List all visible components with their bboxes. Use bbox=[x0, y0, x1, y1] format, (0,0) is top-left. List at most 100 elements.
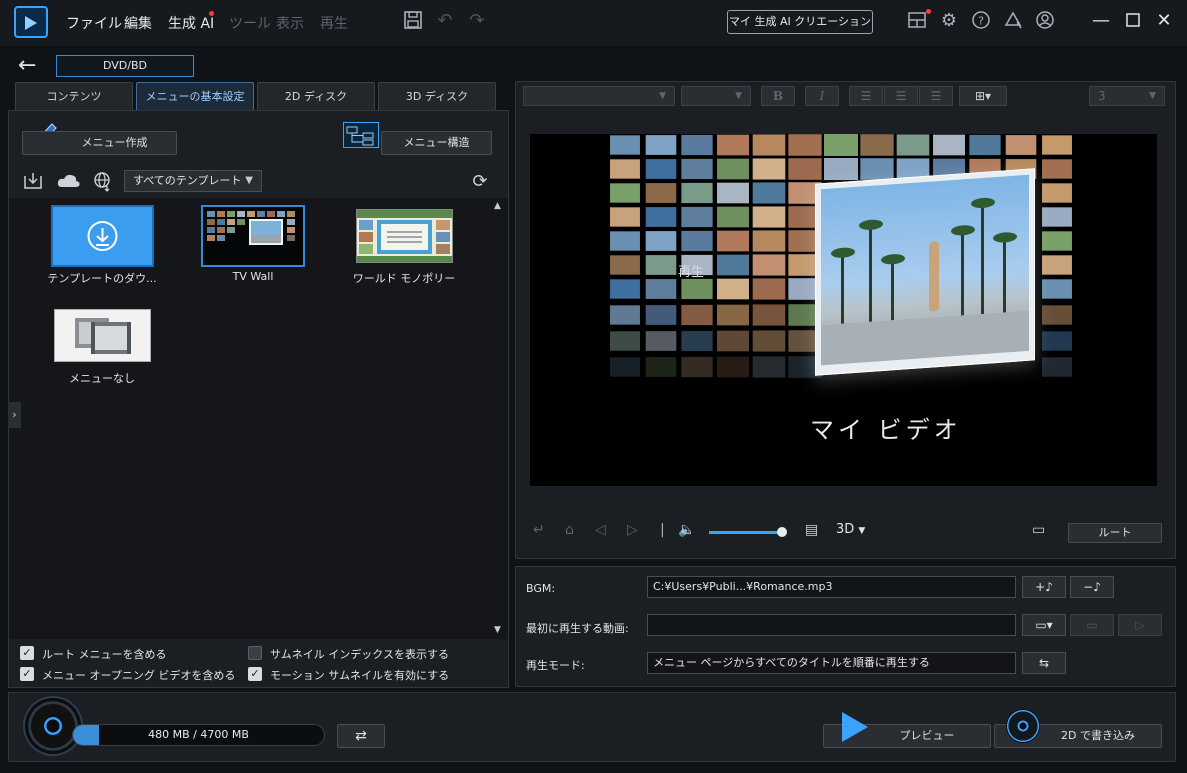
menu-structure-button[interactable]: メニュー構造 bbox=[381, 131, 492, 155]
layout-grid-dropdown[interactable]: ⊞▾ bbox=[959, 86, 1007, 106]
home-icon[interactable]: ⌂ bbox=[565, 522, 574, 538]
template-world-monopoly-thumbnail[interactable] bbox=[356, 209, 453, 263]
settings-icon[interactable]: ⚙ bbox=[938, 10, 960, 32]
menu-view[interactable]: 表示 bbox=[276, 13, 304, 33]
wall-tile bbox=[1005, 135, 1037, 155]
wall-tile bbox=[681, 182, 713, 204]
preview-menu-title[interactable]: マイ ビデオ bbox=[810, 410, 962, 445]
notification-icon[interactable] bbox=[1002, 10, 1024, 32]
remove-first-video-button[interactable]: ▭ bbox=[1070, 614, 1114, 636]
undo-icon[interactable]: ↶ bbox=[434, 10, 456, 32]
volume-slider-handle[interactable] bbox=[777, 527, 787, 537]
font-size-dropdown[interactable]: ▼ bbox=[681, 86, 751, 106]
template-tv-wall-thumbnail[interactable] bbox=[201, 205, 305, 267]
previous-icon[interactable]: ◁ bbox=[595, 522, 606, 538]
tab-2d-disc[interactable]: 2D ディスク bbox=[257, 82, 375, 110]
import-template-icon[interactable] bbox=[22, 170, 44, 192]
view-mode-dropdown[interactable]: 3D ▼ bbox=[836, 522, 865, 537]
page-count-dropdown[interactable]: 3 ▼ bbox=[1089, 86, 1165, 106]
playmode-settings-button[interactable]: ⇆ bbox=[1022, 652, 1066, 674]
chevron-down-icon: ▼ bbox=[659, 91, 666, 101]
menu-create-button[interactable]: メニュー作成 bbox=[22, 131, 177, 155]
wall-tile bbox=[717, 206, 749, 228]
menu-tools[interactable]: ツール bbox=[229, 13, 271, 33]
tab-menu-settings[interactable]: メニューの基本設定 bbox=[136, 82, 254, 110]
menu-file[interactable]: ファイル bbox=[66, 13, 122, 33]
featured-photo bbox=[821, 174, 1029, 366]
include-root-menu-checkbox[interactable]: ✓ bbox=[20, 646, 34, 660]
add-music-button[interactable]: +♪ bbox=[1022, 576, 1066, 598]
scroll-up-arrow-icon[interactable]: ▲ bbox=[494, 201, 501, 211]
wall-tile bbox=[645, 159, 677, 179]
maximize-icon[interactable] bbox=[1122, 10, 1144, 32]
playmode-field[interactable]: メニュー ページからすべてのタイトルを順番に再生する bbox=[647, 652, 1016, 674]
root-button[interactable]: ルート bbox=[1068, 523, 1162, 543]
bgm-field[interactable]: C:¥Users¥Publi...¥Romance.mp3 bbox=[647, 576, 1016, 598]
template-no-menu-thumbnail[interactable] bbox=[54, 309, 151, 362]
next-icon[interactable]: ▷ bbox=[627, 522, 638, 538]
layout-icon[interactable] bbox=[906, 10, 928, 32]
subtitle-icon[interactable]: ▤ bbox=[805, 522, 818, 538]
featured-video-frame[interactable] bbox=[815, 168, 1035, 376]
swap-disc-type-button[interactable]: ⇄ bbox=[337, 724, 385, 748]
wall-tile bbox=[1042, 135, 1072, 155]
include-opening-video-checkbox[interactable]: ✓ bbox=[20, 667, 34, 681]
volume-slider[interactable] bbox=[709, 531, 781, 534]
wall-tile bbox=[645, 357, 677, 377]
preview-play-label[interactable]: 再生 bbox=[678, 261, 704, 280]
panel-expand-icon[interactable]: › bbox=[8, 402, 21, 428]
account-icon[interactable] bbox=[1034, 10, 1056, 32]
add-first-video-button[interactable]: ▭▾ bbox=[1022, 614, 1066, 636]
tab-3d-disc[interactable]: 3D ディスク bbox=[378, 82, 496, 110]
scroll-down-arrow-icon[interactable]: ▼ bbox=[494, 625, 501, 635]
show-thumbnail-index-checkbox[interactable] bbox=[248, 646, 262, 660]
wall-tile bbox=[752, 330, 786, 352]
back-arrow-icon[interactable]: ← bbox=[18, 54, 44, 80]
wall-tile bbox=[717, 182, 749, 204]
menu-edit[interactable]: 編集 bbox=[124, 13, 152, 33]
app-logo-icon bbox=[14, 6, 48, 38]
wall-tile bbox=[610, 305, 640, 325]
refresh-icon[interactable]: ⟳ bbox=[469, 171, 491, 193]
bold-button[interactable]: B bbox=[761, 86, 795, 106]
wall-tile bbox=[717, 330, 749, 352]
wall-tile bbox=[1042, 207, 1072, 227]
online-template-icon[interactable] bbox=[92, 170, 114, 192]
help-icon[interactable]: ? bbox=[970, 10, 992, 32]
wall-tile bbox=[1042, 279, 1072, 299]
volume-icon[interactable]: 🔈 bbox=[678, 522, 695, 538]
enable-motion-thumbnail-checkbox[interactable]: ✓ bbox=[248, 667, 262, 681]
menu-playback[interactable]: 再生 bbox=[320, 13, 348, 33]
return-icon[interactable]: ↵ bbox=[533, 522, 545, 538]
template-filter-dropdown[interactable]: すべてのテンプレート ▼ bbox=[124, 170, 262, 192]
save-icon[interactable] bbox=[402, 10, 424, 32]
menu-preview-canvas[interactable]: 再生 マイ ビデオ bbox=[530, 134, 1157, 486]
wall-tile bbox=[610, 279, 640, 299]
tab-content[interactable]: コンテンツ bbox=[15, 82, 133, 110]
align-left-icon[interactable]: ☰ bbox=[849, 86, 883, 106]
wall-tile bbox=[1042, 255, 1072, 275]
wall-tile bbox=[645, 183, 677, 203]
menu-generative-ai[interactable]: 生成 AI bbox=[168, 13, 214, 33]
align-center-icon[interactable]: ☰ bbox=[884, 86, 918, 106]
disc-mode-label[interactable]: DVD/BD bbox=[56, 55, 194, 77]
align-right-icon[interactable]: ☰ bbox=[919, 86, 953, 106]
ai-creation-button[interactable]: マイ 生成 AI クリエーション bbox=[727, 10, 873, 34]
minimize-icon[interactable]: — bbox=[1090, 10, 1112, 32]
wall-tile bbox=[645, 255, 677, 275]
remove-music-button[interactable]: −♪ bbox=[1070, 576, 1114, 598]
cloud-icon[interactable] bbox=[56, 170, 82, 192]
first-video-field[interactable] bbox=[647, 614, 1016, 636]
wall-tile bbox=[610, 255, 640, 275]
italic-button[interactable]: I bbox=[805, 86, 839, 106]
redo-icon[interactable]: ↷ bbox=[466, 10, 488, 32]
close-icon[interactable]: ✕ bbox=[1153, 10, 1175, 32]
wall-tile bbox=[610, 231, 640, 251]
chevron-down-icon: ▼ bbox=[1149, 91, 1156, 101]
template-download-thumbnail[interactable] bbox=[51, 205, 154, 267]
wall-tile bbox=[681, 304, 713, 326]
safe-zone-icon[interactable]: ▭ bbox=[1032, 522, 1045, 538]
play-first-video-button[interactable]: ▷ bbox=[1118, 614, 1162, 636]
wall-tile bbox=[717, 158, 749, 180]
font-family-dropdown[interactable]: ▼ bbox=[523, 86, 675, 106]
